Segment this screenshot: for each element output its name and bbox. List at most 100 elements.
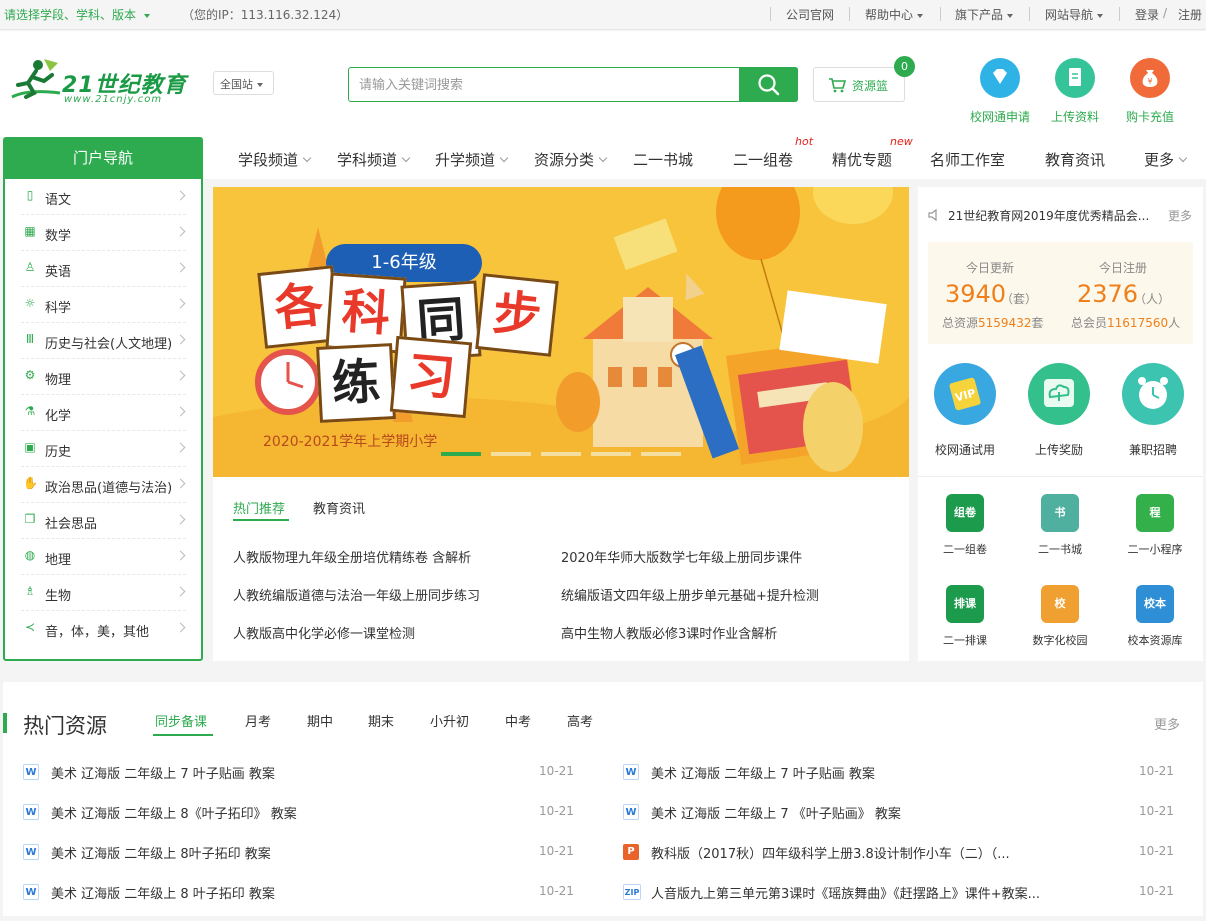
more-link[interactable]: 更多 xyxy=(1154,714,1180,733)
resource-row[interactable]: W 美术 辽海版 二年级上 7 《叶子贴画》 教案 10-21 xyxy=(623,802,1183,822)
word-file-icon: W xyxy=(23,884,39,900)
link-company[interactable]: 公司官网 xyxy=(786,6,834,23)
resource-title: 美术 辽海版 二年级上 7 《叶子贴画》 教案 xyxy=(651,807,901,822)
divider xyxy=(918,476,1203,477)
resource-row[interactable]: W 美术 辽海版 二年级上 8叶子拓印 教案 10-21 xyxy=(23,842,583,862)
tab-college-entrance[interactable]: 高考 xyxy=(567,711,593,730)
tab-final[interactable]: 期末 xyxy=(368,711,394,730)
link-scheduling[interactable]: 排课 二一排课 xyxy=(920,585,1010,648)
site-select[interactable]: 全国站 xyxy=(213,71,274,95)
nav-master-teacher[interactable]: 名师工作室 xyxy=(930,149,1005,170)
nav-label: 升学频道 xyxy=(435,151,496,169)
resource-title: 教科版（2017秋）四年级科学上册3.8设计制作小车（二）（... xyxy=(651,847,1010,862)
portal-item-math[interactable]: ▦ 数学 xyxy=(21,215,186,251)
tab-high-school-entrance[interactable]: 中考 xyxy=(505,711,531,730)
notice-link[interactable]: 21世纪教育网2019年度优秀精品会... xyxy=(948,207,1149,224)
link-site-nav[interactable]: 网站导航 xyxy=(1045,6,1104,23)
grade-subject-selector[interactable]: 请选择学段、学科、版本 xyxy=(4,6,151,23)
news-link[interactable]: 统编版语文四年级上册步单元基础+提升检测 xyxy=(561,585,819,604)
slide-indicator[interactable] xyxy=(591,452,631,456)
word-file-icon: W xyxy=(23,844,39,860)
portal-item-biology[interactable]: ♗ 生物 xyxy=(21,575,186,611)
portal-item-label: 英语 xyxy=(45,265,72,280)
portal-item-arts-other[interactable]: ≺ 音，体，美，其他 xyxy=(21,611,186,647)
stats-panel: 今日更新 3940 （套） 总资源5159432套 今日注册 2376 （人） … xyxy=(928,242,1193,344)
resource-row[interactable]: W 美术 辽海版 二年级上 8《叶子拓印》 教案 10-21 xyxy=(23,802,583,822)
tab-primary-to-middle[interactable]: 小升初 xyxy=(430,711,469,730)
register-link[interactable]: 注册 xyxy=(1178,6,1202,23)
nav-label: 学科频道 xyxy=(337,151,398,169)
notice-more-link[interactable]: 更多 xyxy=(1168,207,1192,224)
link-school-trial[interactable]: VIP 校网通试用 xyxy=(919,363,1010,458)
nav-grade-channel[interactable]: 学段频道 xyxy=(238,149,312,170)
nav-bookstore[interactable]: 二一书城 xyxy=(633,149,693,170)
link-products[interactable]: 旗下产品 xyxy=(955,6,1014,23)
resource-row[interactable]: W 美术 辽海版 二年级上 7 叶子贴画 教案 10-21 xyxy=(23,762,583,782)
slide-indicator[interactable] xyxy=(541,452,581,456)
nav-promotion-channel[interactable]: 升学频道 xyxy=(435,149,509,170)
portal-item-history[interactable]: ▣ 历史 xyxy=(21,431,186,467)
resource-row[interactable]: W 美术 辽海版 二年级上 8 叶子拓印 教案 10-21 xyxy=(23,882,583,902)
resource-basket-button[interactable]: 资源篮 xyxy=(813,67,905,102)
portal-item-label: 物理 xyxy=(45,373,72,388)
link-mini-program[interactable]: 程 二一小程序 xyxy=(1110,494,1200,557)
portal-item-geography[interactable]: ◍ 地理 xyxy=(21,539,186,575)
pillars-icon: Ⅲ xyxy=(25,332,35,346)
slide-indicator[interactable] xyxy=(641,452,681,456)
login-link[interactable]: 登录 xyxy=(1135,6,1159,23)
portal-item-social-ethics[interactable]: ❐ 社会思品 xyxy=(21,503,186,539)
slide-indicator-active[interactable] xyxy=(441,452,481,456)
link-school-library[interactable]: 校本 校本资源库 xyxy=(1110,585,1200,648)
promo-banner[interactable]: 1-6年级 各 科 同 步 练 习 2020-2021学年上学期小学 xyxy=(213,187,909,477)
active-tab-underline xyxy=(153,734,213,736)
quick-link-school-apply[interactable]: 校网通申请 xyxy=(960,58,1040,125)
portal-item-label: 政治思品(道德与法治) xyxy=(45,481,173,496)
word-file-icon: W xyxy=(623,804,639,820)
nav-featured-topics[interactable]: 精优专题 xyxy=(832,149,892,170)
chevron-down-icon xyxy=(1178,153,1188,163)
tab-education-news[interactable]: 教育资讯 xyxy=(313,498,365,517)
nav-more[interactable]: 更多 xyxy=(1144,149,1188,170)
portal-item-science[interactable]: ☼ 科学 xyxy=(21,287,186,323)
portal-item-english[interactable]: ♙ 英语 xyxy=(21,251,186,287)
news-link[interactable]: 人教版高中化学必修一课堂检测 xyxy=(233,623,415,642)
square-link-label: 二一排课 xyxy=(943,634,987,647)
tab-midterm[interactable]: 期中 xyxy=(307,711,333,730)
link-part-time-jobs[interactable]: 兼职招聘 xyxy=(1107,363,1198,458)
news-link[interactable]: 人教版物理九年级全册培优精练卷 含解析 xyxy=(233,547,471,566)
today-update-value: 3940 xyxy=(945,280,1007,308)
link-upload-reward[interactable]: 上传奖励 xyxy=(1013,363,1104,458)
portal-item-history-society[interactable]: Ⅲ 历史与社会(人文地理) xyxy=(21,323,186,359)
resource-row[interactable]: P 教科版（2017秋）四年级科学上册3.8设计制作小车（二）（... 10-2… xyxy=(623,842,1183,862)
banner-char-tile: 步 xyxy=(475,273,559,357)
round-link-label: 校网通试用 xyxy=(934,443,995,457)
resource-row[interactable]: W 美术 辽海版 二年级上 7 叶子贴画 教案 10-21 xyxy=(623,762,1183,782)
news-link[interactable]: 人教统编版道德与法治一年级上册同步练习 xyxy=(233,585,480,604)
portal-item-label: 语文 xyxy=(45,193,72,208)
link-help[interactable]: 帮助中心 xyxy=(865,6,924,23)
link-digital-campus[interactable]: 校 数字化校园 xyxy=(1015,585,1105,648)
nav-resource-category[interactable]: 资源分类 xyxy=(534,149,608,170)
nav-subject-channel[interactable]: 学科频道 xyxy=(337,149,411,170)
tab-sync-prep[interactable]: 同步备课 xyxy=(155,711,207,730)
tab-monthly-exam[interactable]: 月考 xyxy=(245,711,271,730)
portal-item-chinese[interactable]: ▯ 语文 xyxy=(21,179,186,215)
slide-indicator[interactable] xyxy=(491,452,531,456)
quick-link-upload[interactable]: 上传资料 xyxy=(1035,58,1115,125)
portal-item-politics[interactable]: ✋ 政治思品(道德与法治) xyxy=(21,467,186,503)
nav-paper-builder[interactable]: 二一组卷 xyxy=(733,149,793,170)
quick-link-recharge[interactable]: ¥ 购卡充值 xyxy=(1110,58,1190,125)
logo[interactable] xyxy=(8,57,63,101)
portal-item-chemistry[interactable]: ⚗ 化学 xyxy=(21,395,186,431)
search-input[interactable] xyxy=(359,75,729,95)
link-paper-builder[interactable]: 组卷 二一组卷 xyxy=(920,494,1010,557)
search-button[interactable] xyxy=(739,67,798,102)
hot-tag: hot xyxy=(795,135,814,148)
tab-hot-recommend[interactable]: 热门推荐 xyxy=(233,498,285,517)
news-link[interactable]: 高中生物人教版必修3课时作业含解析 xyxy=(561,623,777,642)
portal-item-physics[interactable]: ⚙ 物理 xyxy=(21,359,186,395)
resource-row[interactable]: ZIP 人音版九上第三单元第3课时《瑶族舞曲》《赶摆路上》课件+教案... 10… xyxy=(623,882,1183,902)
news-link[interactable]: 2020年华师大版数学七年级上册同步课件 xyxy=(561,547,802,566)
nav-education-news[interactable]: 教育资讯 xyxy=(1045,149,1105,170)
link-bookstore[interactable]: 书 二一书城 xyxy=(1015,494,1105,557)
